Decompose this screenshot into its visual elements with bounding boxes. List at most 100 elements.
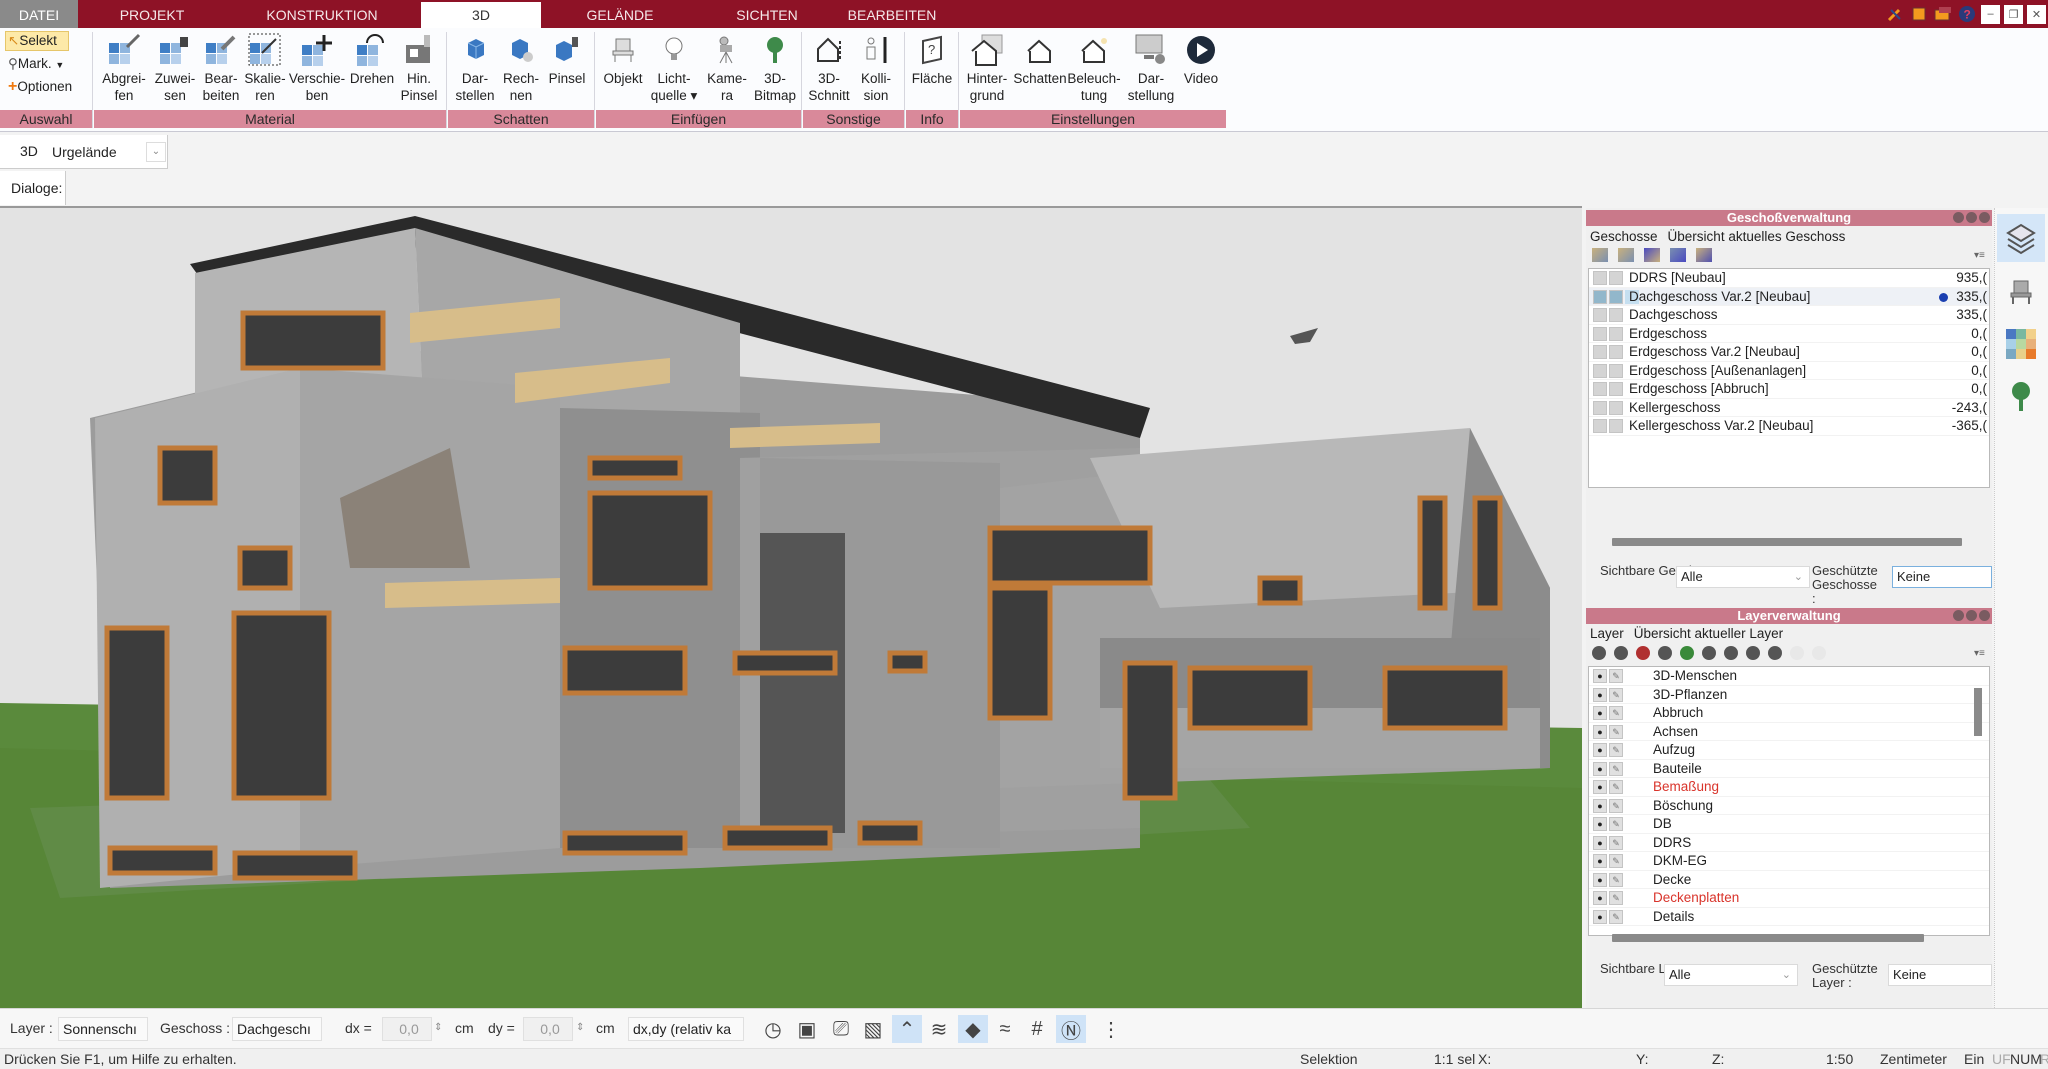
- help-icon[interactable]: [1966, 212, 1977, 223]
- lock-toggle[interactable]: [1609, 345, 1623, 359]
- tab-gelaende[interactable]: GELÄNDE: [570, 0, 670, 28]
- pin-icon[interactable]: [1953, 610, 1964, 621]
- layer-row[interactable]: ● ✎ Bemaßung: [1589, 778, 1989, 797]
- pencil-icon[interactable]: ✎: [1609, 872, 1623, 887]
- eye-icon[interactable]: ●: [1593, 854, 1607, 868]
- pencil-icon[interactable]: ✎: [1609, 743, 1623, 757]
- layer-text-icon[interactable]: [1790, 646, 1804, 660]
- eye-icon[interactable]: ●: [1593, 909, 1607, 924]
- layer-vscroll[interactable]: [1974, 688, 1982, 736]
- verschieben-button[interactable]: Verschie-ben: [286, 32, 348, 104]
- geschoss-row[interactable]: Erdgeschoss Var.2 [Neubau] 0,(: [1589, 343, 1989, 362]
- mark-button[interactable]: ⚲Mark. ▼: [8, 56, 64, 72]
- geschoss-row[interactable]: Kellergeschoss -243,(: [1589, 399, 1989, 417]
- geschoss-row[interactable]: Dachgeschoss Var.2 [Neubau] 335,(: [1589, 287, 1989, 306]
- visibility-toggle[interactable]: [1593, 400, 1607, 415]
- coordinate-mode-select[interactable]: dx,dy (relativ ka: [628, 1017, 744, 1041]
- protected-floors-input[interactable]: Keine: [1892, 566, 1992, 588]
- eye-icon[interactable]: ●: [1593, 743, 1607, 757]
- layer-stack-icon[interactable]: [1724, 646, 1738, 660]
- 3d-bitmap-button[interactable]: 3D- Bitmap: [752, 32, 798, 104]
- selekt-button[interactable]: ↖Selekt: [5, 31, 69, 51]
- tab-3d[interactable]: 3D: [421, 2, 541, 28]
- floor-add-icon[interactable]: [1618, 248, 1634, 262]
- layer-row[interactable]: ● ✎ DDRS: [1589, 834, 1989, 852]
- dy-input[interactable]: 0,0: [523, 1017, 573, 1041]
- geschoss-row[interactable]: Kellergeschoss Var.2 [Neubau] -365,(: [1589, 417, 1989, 436]
- help-icon[interactable]: [1966, 610, 1977, 621]
- visibility-toggle[interactable]: [1593, 271, 1607, 285]
- beams-icon[interactable]: ≋: [924, 1015, 954, 1043]
- window-switch-icon[interactable]: [1933, 4, 1953, 24]
- window-icon[interactable]: [1909, 4, 1929, 24]
- darstellung-button[interactable]: Dar-stellung: [1124, 32, 1178, 104]
- tab-bearbeiten[interactable]: BEARBEITEN: [840, 0, 944, 28]
- pencil-icon[interactable]: ✎: [1609, 798, 1623, 813]
- chevron-down-icon[interactable]: ⌄: [146, 142, 166, 162]
- eye-icon[interactable]: ●: [1593, 761, 1607, 776]
- pencil-icon[interactable]: ✎: [1609, 817, 1623, 831]
- minimize-button[interactable]: –: [1981, 4, 2000, 24]
- layer-row[interactable]: ● ✎ DKM-EG: [1589, 852, 1989, 871]
- pencil-icon[interactable]: ✎: [1609, 780, 1623, 794]
- pencil-icon[interactable]: ✎: [1609, 909, 1623, 924]
- layer-row[interactable]: ● ✎ Bauteile: [1589, 760, 1989, 778]
- visible-layers-select[interactable]: Alle ⌄: [1664, 964, 1798, 986]
- clock-icon[interactable]: ◷: [758, 1015, 788, 1043]
- lock-toggle[interactable]: [1609, 289, 1623, 304]
- flaeche-button[interactable]: ? Fläche: [908, 32, 956, 87]
- layer-visible-icon[interactable]: [1746, 646, 1760, 660]
- layer-row[interactable]: ● ✎ 3D-Pflanzen: [1589, 686, 1989, 704]
- tab-uebersicht-geschoss[interactable]: Übersicht aktuelles Geschoss: [1668, 229, 1846, 244]
- eye-icon[interactable]: ●: [1593, 835, 1607, 850]
- visibility-toggle[interactable]: [1593, 345, 1607, 359]
- layer-row[interactable]: ● ✎ Decke: [1589, 871, 1989, 889]
- eye-icon[interactable]: ●: [1593, 891, 1607, 905]
- geschoss-row[interactable]: Erdgeschoss [Abbruch] 0,(: [1589, 380, 1989, 399]
- schatten-darstellen-button[interactable]: Dar-stellen: [452, 32, 498, 104]
- drehen-button[interactable]: Drehen: [348, 32, 396, 87]
- layer-copy-icon[interactable]: [1702, 646, 1716, 660]
- floor-add-below-icon[interactable]: [1670, 248, 1686, 262]
- eye-icon[interactable]: ●: [1593, 706, 1607, 720]
- lock-toggle[interactable]: [1609, 400, 1623, 415]
- geschoss-row[interactable]: DDRS [Neubau] 935,(: [1589, 269, 1989, 288]
- bearbeiten-button[interactable]: Bear-beiten: [196, 32, 246, 104]
- visibility-toggle[interactable]: [1593, 419, 1607, 433]
- tree-icon[interactable]: [1997, 372, 2045, 420]
- pencil-icon[interactable]: ✎: [1609, 669, 1623, 683]
- panel-menu-icon[interactable]: ▾≡: [1974, 250, 1985, 261]
- terrain-icon[interactable]: ≈: [990, 1015, 1020, 1043]
- lock-toggle[interactable]: [1609, 308, 1623, 322]
- tab-uebersicht-layer[interactable]: Übersicht aktueller Layer: [1634, 626, 1783, 641]
- schatten-einstellungen-button[interactable]: Schatten: [1012, 32, 1068, 87]
- pencil-icon[interactable]: ✎: [1609, 835, 1623, 850]
- tab-konstruktion[interactable]: KONSTRUKTION: [250, 0, 394, 28]
- visible-floors-select[interactable]: Alle ⌄: [1676, 566, 1810, 588]
- pencil-icon[interactable]: ✎: [1609, 854, 1623, 868]
- pencil-icon[interactable]: ✎: [1609, 891, 1623, 905]
- layer-lock-icon[interactable]: [1768, 646, 1782, 660]
- schatten-pinsel-button[interactable]: Pinsel: [544, 32, 590, 87]
- eye-icon[interactable]: ●: [1593, 687, 1607, 702]
- pencil-icon[interactable]: ✎: [1609, 687, 1623, 702]
- video-button[interactable]: Video: [1178, 32, 1224, 87]
- lock-toggle[interactable]: [1609, 271, 1623, 285]
- layer-new-icon[interactable]: [1592, 646, 1606, 660]
- layer-row[interactable]: ● ✎ 3D-Menschen: [1589, 667, 1989, 686]
- layers-icon[interactable]: [1997, 214, 2045, 262]
- layer-row[interactable]: ● ✎ Böschung: [1589, 797, 1989, 815]
- panel-menu-icon[interactable]: ▾≡: [1974, 648, 1985, 659]
- geschoss-row[interactable]: Erdgeschoss 0,(: [1589, 325, 1989, 343]
- eye-icon[interactable]: ●: [1593, 817, 1607, 831]
- pencil-icon[interactable]: ✎: [1609, 724, 1623, 739]
- eye-icon[interactable]: ●: [1593, 669, 1607, 683]
- visibility-toggle[interactable]: [1593, 382, 1607, 396]
- more-icon[interactable]: ⋮: [1096, 1015, 1126, 1043]
- geschoss-row[interactable]: Erdgeschoss [Außenanlagen] 0,(: [1589, 362, 1989, 380]
- layer-add-icon[interactable]: [1680, 646, 1694, 660]
- eye-icon[interactable]: ●: [1593, 724, 1607, 739]
- close-icon[interactable]: [1979, 610, 1990, 621]
- slab-icon[interactable]: ◆: [958, 1015, 988, 1043]
- protected-layers-input[interactable]: Keine: [1888, 964, 1992, 986]
